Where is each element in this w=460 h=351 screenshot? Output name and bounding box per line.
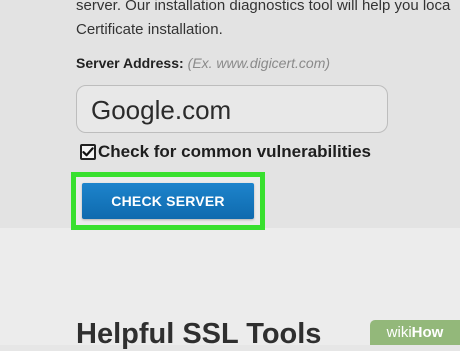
- server-address-input[interactable]: Google.com: [76, 85, 388, 133]
- vulnerabilities-checkbox-row[interactable]: Check for common vulnerabilities: [80, 142, 371, 162]
- vulnerabilities-checkbox-label: Check for common vulnerabilities: [98, 142, 372, 161]
- check-server-button[interactable]: CHECK SERVER: [82, 183, 254, 219]
- intro-line: server. Our installation diagnostics too…: [76, 0, 451, 14]
- checkmark-icon: [82, 147, 94, 157]
- wikihow-logo-suffix: How: [411, 324, 444, 341]
- server-address-label-text: Server Address:: [76, 55, 184, 71]
- wikihow-logo: wikiHow: [370, 320, 460, 345]
- server-address-hint: (Ex. www.digicert.com): [187, 55, 331, 71]
- section-heading: Helpful SSL Tools: [76, 318, 322, 350]
- intro-text: server. Our installation diagnostics too…: [76, 0, 460, 42]
- server-address-label: Server Address: (Ex. www.digicert.com): [76, 55, 330, 71]
- wikihow-logo-prefix: wiki: [386, 324, 412, 341]
- intro-line: Certificate installation.: [76, 21, 223, 38]
- vulnerabilities-checkbox[interactable]: [80, 144, 96, 160]
